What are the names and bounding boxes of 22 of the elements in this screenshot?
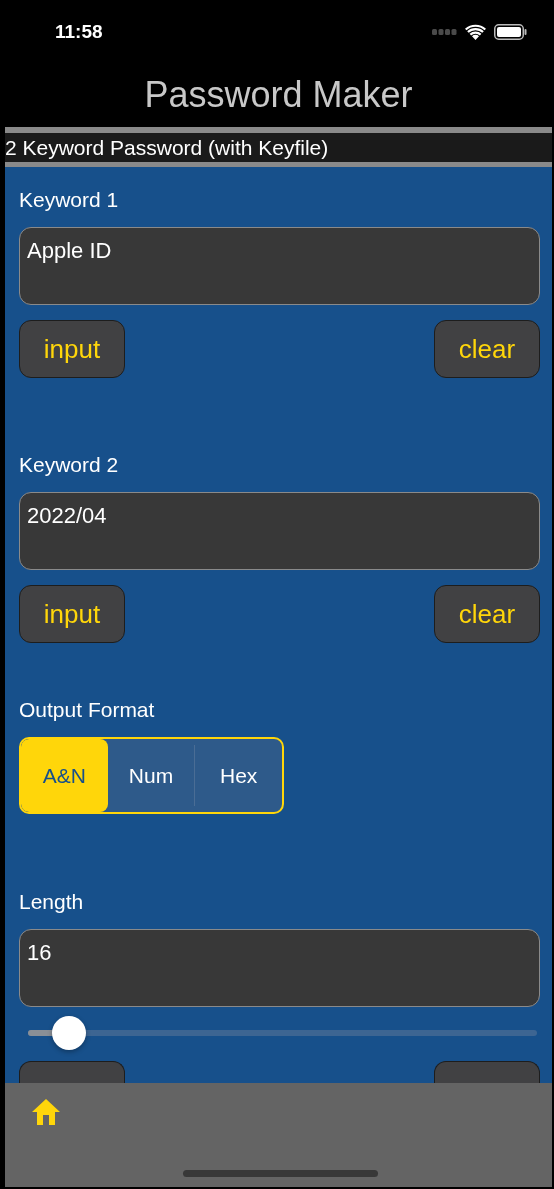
field-label: Length [19, 889, 84, 915]
segment-option[interactable]: Hex [195, 739, 282, 812]
app-title: Password Maker [144, 73, 413, 116]
slider-thumb[interactable] [51, 1016, 86, 1050]
input-button[interactable]: input [19, 320, 125, 378]
segment-option[interactable]: A&N [21, 739, 108, 812]
segment-option[interactable]: Num [107, 739, 195, 812]
field-label: Keyword 1 [19, 187, 119, 213]
status-time: 11:58 [55, 20, 103, 43]
wifi-icon [465, 23, 486, 40]
field-label: Output Format [19, 697, 155, 723]
text-field[interactable]: Apple ID [19, 227, 540, 305]
field-label: Keyword 2 [19, 452, 119, 478]
input-button[interactable]: input [19, 585, 125, 643]
signal-icon [432, 28, 457, 35]
home-icon[interactable] [32, 1099, 60, 1125]
clear-button[interactable]: clear [434, 320, 540, 378]
mode-title: 2 Keyword Password (with Keyfile) [5, 135, 329, 160]
clear-button[interactable]: clear [434, 585, 540, 643]
battery-icon [494, 23, 527, 40]
text-field[interactable]: 16 [19, 929, 540, 1007]
text-field[interactable]: 2022/04 [19, 492, 540, 570]
